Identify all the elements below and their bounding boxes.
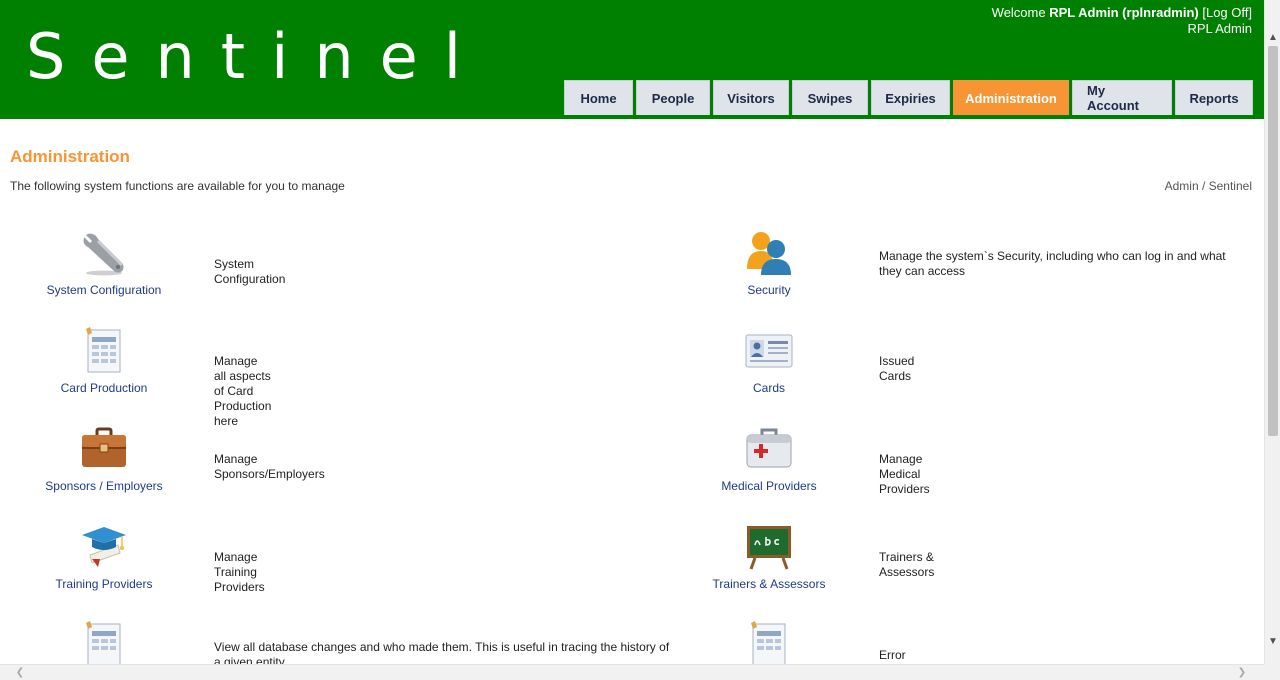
users-icon[interactable] bbox=[743, 229, 795, 277]
function-link[interactable]: Medical Providers bbox=[699, 425, 839, 493]
function-description: Manage Medical Providers bbox=[879, 452, 930, 496]
function-description: Manage all aspects of Card Production he… bbox=[214, 354, 272, 428]
function-label[interactable]: Card Production bbox=[34, 381, 174, 395]
document-table-icon[interactable] bbox=[78, 327, 130, 375]
tab-swipes[interactable]: Swipes bbox=[792, 80, 868, 115]
app-header: Sentinel Welcome RPL Admin (rplnradmin) … bbox=[0, 0, 1264, 119]
scroll-down-icon[interactable]: ▼ bbox=[1265, 634, 1280, 650]
function-description: System Configuration bbox=[214, 257, 286, 286]
function-link[interactable]: Trainers & Assessors bbox=[699, 523, 839, 591]
page-title: Administration bbox=[10, 147, 130, 166]
function-link[interactable]: Card Production bbox=[34, 327, 174, 395]
function-description: Issued Cards bbox=[879, 354, 915, 383]
function-link[interactable]: Cards bbox=[699, 327, 839, 395]
user-box: Welcome RPL Admin (rplnradmin) [Log Off]… bbox=[992, 5, 1252, 37]
function-link[interactable]: Sponsors / Employers bbox=[34, 425, 174, 493]
graduation-cap-icon[interactable] bbox=[78, 523, 130, 571]
document-table-icon[interactable] bbox=[743, 621, 795, 664]
first-aid-kit-icon[interactable] bbox=[743, 425, 795, 473]
horizontal-scrollbar[interactable]: ❮ ❯ bbox=[0, 664, 1264, 680]
scroll-left-icon[interactable]: ❮ bbox=[12, 665, 28, 680]
function-description: View all database changes and who made t… bbox=[214, 640, 670, 664]
function-link[interactable] bbox=[34, 621, 174, 664]
tab-reports[interactable]: Reports bbox=[1175, 80, 1253, 115]
function-label[interactable]: Security bbox=[699, 283, 839, 297]
function-description: Trainers & Assessors bbox=[879, 550, 935, 579]
function-label[interactable]: Trainers & Assessors bbox=[699, 577, 839, 591]
function-description: Manage the system`s Security, including … bbox=[879, 249, 1226, 278]
function-label[interactable]: Training Providers bbox=[34, 577, 174, 591]
user-display-name: RPL Admin (rplnradmin) bbox=[1049, 5, 1199, 20]
scroll-right-icon[interactable]: ❯ bbox=[1234, 665, 1250, 680]
function-link[interactable]: Security bbox=[699, 229, 839, 297]
tab-visitors[interactable]: Visitors bbox=[713, 80, 789, 115]
function-description: Manage Training Providers bbox=[214, 550, 265, 594]
brand-logo: Sentinel bbox=[26, 20, 487, 93]
function-link[interactable] bbox=[699, 621, 839, 664]
briefcase-icon[interactable] bbox=[78, 425, 130, 473]
tab-people[interactable]: People bbox=[636, 80, 710, 115]
tab-home[interactable]: Home bbox=[564, 80, 633, 115]
page-intro: The following system functions are avail… bbox=[10, 179, 345, 193]
id-card-icon[interactable] bbox=[743, 327, 795, 375]
document-table-icon[interactable] bbox=[78, 621, 130, 664]
user-role: RPL Admin bbox=[1187, 21, 1252, 36]
logoff-link[interactable]: [Log Off] bbox=[1202, 5, 1252, 20]
function-link[interactable]: Training Providers bbox=[34, 523, 174, 591]
tab-administration[interactable]: Administration bbox=[953, 80, 1069, 115]
function-label[interactable]: System Configuration bbox=[34, 283, 174, 297]
vertical-scroll-thumb[interactable] bbox=[1268, 46, 1278, 436]
scroll-up-icon[interactable]: ▲ bbox=[1265, 30, 1280, 46]
chalkboard-icon[interactable] bbox=[743, 523, 795, 571]
main-content: Administration The following system func… bbox=[0, 119, 1264, 664]
welcome-text: Welcome bbox=[991, 5, 1046, 20]
function-link[interactable]: System Configuration bbox=[34, 229, 174, 297]
function-label[interactable]: Sponsors / Employers bbox=[34, 479, 174, 493]
function-description: Error Logs bbox=[879, 648, 906, 664]
function-label[interactable]: Cards bbox=[699, 381, 839, 395]
breadcrumb: Admin / Sentinel bbox=[1164, 179, 1252, 193]
function-label[interactable]: Medical Providers bbox=[699, 479, 839, 493]
main-nav: Home People Visitors Swipes Expiries Adm… bbox=[564, 80, 1253, 115]
vertical-scrollbar[interactable]: ▲ ▼ bbox=[1264, 0, 1280, 664]
wrench-icon[interactable] bbox=[78, 229, 130, 277]
tab-expiries[interactable]: Expiries bbox=[871, 80, 950, 115]
function-description: Manage Sponsors/Employers bbox=[214, 452, 325, 481]
tab-my-account[interactable]: My Account bbox=[1072, 80, 1172, 115]
scrollbar-corner bbox=[1264, 664, 1280, 680]
